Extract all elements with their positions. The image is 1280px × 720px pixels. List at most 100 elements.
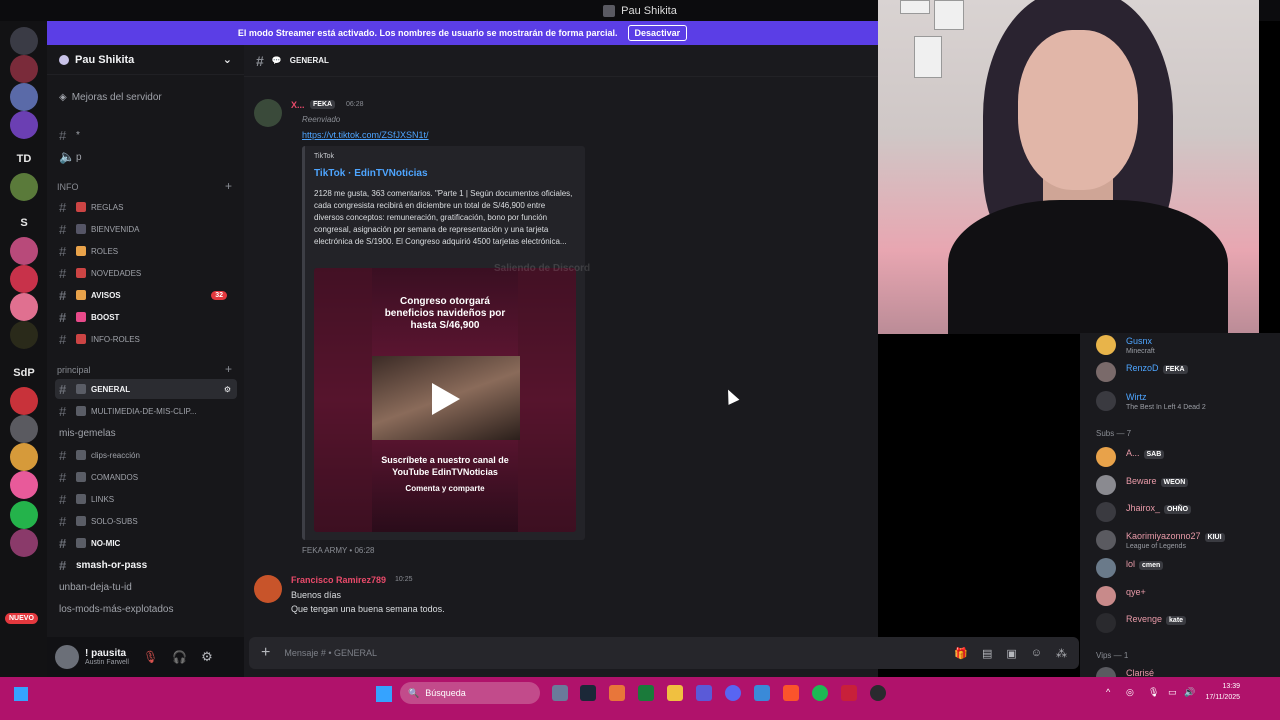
member-item[interactable]: qye+	[1096, 584, 1276, 608]
guild-header[interactable]: Pau Shikita ⌄	[47, 45, 244, 75]
plus-icon[interactable]: +	[261, 644, 270, 662]
headphones-muted-icon[interactable]: 🎧	[172, 650, 187, 664]
gift-icon[interactable]: 🎁	[954, 647, 968, 660]
avatar	[1096, 447, 1116, 467]
channel-item[interactable]: # BIENVENIDA	[55, 219, 237, 239]
spotify-icon[interactable]	[812, 685, 828, 701]
member-item[interactable]: Clarisé	[1096, 665, 1276, 677]
plus-icon[interactable]: +	[225, 362, 232, 376]
obs-icon[interactable]	[870, 685, 886, 701]
plus-icon[interactable]: +	[225, 179, 232, 193]
channel-emoji-icon	[76, 472, 86, 482]
server-icon[interactable]: SdP	[10, 359, 38, 387]
sticker-icon[interactable]: ▣	[1006, 647, 1016, 660]
server-icon[interactable]	[10, 293, 38, 321]
member-item[interactable]: lol cmen	[1096, 556, 1276, 580]
channel-item[interactable]: # AVISOS 32	[55, 285, 237, 305]
taskbar-search[interactable]: 🔍 Búsqueda	[400, 682, 540, 704]
embed-title[interactable]: TikTok · EdinTVNoticias	[314, 168, 428, 179]
server-icon[interactable]	[10, 321, 38, 349]
channel-item[interactable]: # *	[55, 125, 237, 145]
channel-item[interactable]: # smash-or-pass	[55, 555, 237, 575]
app-icon[interactable]	[841, 685, 857, 701]
server-icon[interactable]	[10, 501, 38, 529]
composer-placeholder[interactable]: Mensaje # • GENERAL	[284, 648, 377, 658]
member-item[interactable]: Kaorimiyazonno27 KIUI League of Legends	[1096, 528, 1276, 552]
play-icon[interactable]	[432, 383, 460, 415]
server-icon[interactable]	[10, 83, 38, 111]
server-icon[interactable]	[10, 237, 38, 265]
avatar[interactable]	[254, 575, 282, 603]
member-item[interactable]: Revenge kate	[1096, 611, 1276, 635]
task-view-icon[interactable]	[552, 685, 568, 701]
channel-item[interactable]: # INFO-ROLES	[55, 329, 237, 349]
channel-item[interactable]: 🔈 p	[55, 147, 237, 167]
boost-server-item[interactable]: ◈ Mejoras del servidor	[55, 87, 237, 107]
gear-icon[interactable]: ⚙	[201, 649, 213, 665]
channel-item[interactable]: # REGLAS	[55, 197, 237, 217]
server-icon[interactable]	[10, 415, 38, 443]
server-icon[interactable]	[10, 173, 38, 201]
message-link[interactable]: https://vt.tiktok.com/ZSfJXSN1t/	[302, 130, 429, 140]
app-icon[interactable]	[638, 685, 654, 701]
server-icon[interactable]	[10, 55, 38, 83]
member-item[interactable]: Jhairox_ OHÑO	[1096, 500, 1276, 524]
server-icon[interactable]	[10, 387, 38, 415]
channel-item[interactable]: # COMANDOS	[55, 467, 237, 487]
gear-icon[interactable]: ⚙	[224, 385, 231, 394]
tray-app-icon[interactable]: ◎	[1126, 687, 1134, 698]
emoji-icon[interactable]: ☺	[1031, 647, 1042, 660]
channel-item[interactable]: unban-deja-tu-id	[55, 577, 237, 597]
windows-start-icon[interactable]	[376, 686, 392, 702]
channel-item[interactable]: # GENERAL ⚙	[55, 379, 237, 399]
deactivate-button[interactable]: Desactivar	[627, 25, 688, 41]
apps-icon[interactable]: ⁂	[1056, 647, 1067, 660]
widgets-icon[interactable]	[14, 687, 28, 701]
channel-item[interactable]: # SOLO-SUBS	[55, 511, 237, 531]
steam-icon[interactable]	[580, 685, 596, 701]
channel-item[interactable]: # MULTIMEDIA-DE-MIS-CLIP...	[55, 401, 237, 421]
channel-item[interactable]: los-mods-más-explotados	[55, 599, 237, 619]
server-icon[interactable]	[10, 27, 38, 55]
discord-icon[interactable]	[725, 685, 741, 701]
gif-icon[interactable]: ▤	[982, 647, 992, 660]
channel-item[interactable]: mis-gemelas	[55, 423, 237, 443]
message-author[interactable]: Francisco Ramirez789	[291, 575, 386, 585]
message-author[interactable]: X...	[291, 100, 305, 110]
channel-item[interactable]: # NO-MIC	[55, 533, 237, 553]
mic-icon[interactable]: 🎙	[1148, 687, 1159, 698]
member-item[interactable]: Beware WEON	[1096, 473, 1276, 497]
server-icon[interactable]	[10, 443, 38, 471]
server-icon[interactable]	[10, 265, 38, 293]
member-item[interactable]: A... SAB	[1096, 445, 1276, 469]
category-header[interactable]: INFO	[57, 182, 79, 192]
category-header[interactable]: principal	[57, 365, 91, 375]
channel-item[interactable]: # LINKS	[55, 489, 237, 509]
folder-icon[interactable]	[667, 685, 683, 701]
volume-icon[interactable]: 🔊	[1184, 687, 1195, 698]
member-item[interactable]: Wirtz The Best In Left 4 Dead 2	[1096, 389, 1276, 413]
server-icon[interactable]: TD	[10, 145, 38, 173]
chevron-up-icon[interactable]: ^	[1106, 687, 1110, 697]
teams-icon[interactable]	[696, 685, 712, 701]
avatar[interactable]	[55, 645, 79, 669]
channel-item[interactable]: # BOOST	[55, 307, 237, 327]
mic-muted-icon[interactable]: 🎙	[143, 650, 158, 664]
member-item[interactable]: RenzoD FEKA	[1096, 360, 1276, 384]
server-icon[interactable]	[10, 471, 38, 499]
channel-item[interactable]: # clips-reacción	[55, 445, 237, 465]
clock[interactable]: 13:39 17/11/2025	[1205, 681, 1240, 703]
server-icon[interactable]: S	[10, 209, 38, 237]
member-item[interactable]: Gusnx Minecraft	[1096, 333, 1276, 357]
brave-icon[interactable]	[783, 685, 799, 701]
network-icon[interactable]: ▭	[1168, 687, 1177, 698]
server-icon[interactable]	[10, 529, 38, 557]
copilot-icon[interactable]	[609, 685, 625, 701]
chevron-down-icon[interactable]: ⌄	[223, 53, 232, 66]
mail-icon[interactable]	[754, 685, 770, 701]
channel-item[interactable]: # NOVEDADES	[55, 263, 237, 283]
channel-item[interactable]: # ROLES	[55, 241, 237, 261]
server-icon[interactable]	[10, 111, 38, 139]
message-composer[interactable]: + Mensaje # • GENERAL 🎁 ▤ ▣ ☺ ⁂	[249, 637, 1079, 669]
avatar[interactable]	[254, 99, 282, 127]
